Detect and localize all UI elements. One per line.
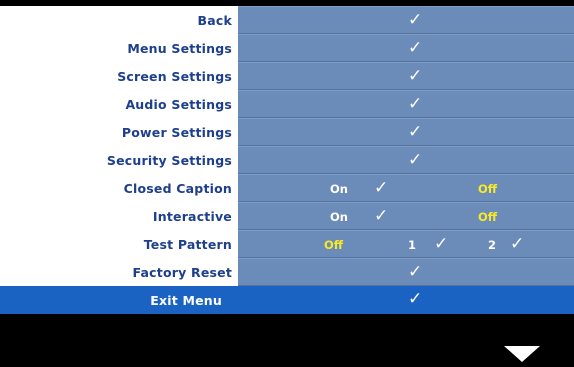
menu-item-menu-settings[interactable]: Menu Settings ✓ (0, 34, 574, 62)
check-icon: ✓ (408, 94, 423, 114)
menu-item-security-settings[interactable]: Security Settings ✓ (0, 146, 574, 174)
menu-item-value: Off 1 ✓ 2 ✓ (238, 230, 574, 258)
check-icon: ✓ (408, 66, 423, 86)
menu-item-label: Back (0, 6, 238, 34)
option-on[interactable]: On (330, 210, 348, 224)
option-off[interactable]: Off (478, 210, 497, 224)
option-pattern-1[interactable]: 1 (408, 238, 416, 252)
menu-item-value: ✓ (238, 146, 574, 174)
menu-item-audio-settings[interactable]: Audio Settings ✓ (0, 90, 574, 118)
menu-item-back[interactable]: Back ✓ (0, 6, 574, 34)
menu-item-label: Power Settings (0, 118, 238, 146)
menu-footer (0, 340, 574, 367)
option-pattern-2[interactable]: 2 (488, 238, 496, 252)
option-on[interactable]: On (330, 182, 348, 196)
option-off[interactable]: Off (324, 238, 343, 252)
menu-list: Back ✓ Menu Settings ✓ Screen Settings ✓… (0, 0, 574, 314)
menu-item-value: ✓ (238, 258, 574, 286)
check-icon: ✓ (408, 150, 423, 170)
menu-item-closed-caption[interactable]: Closed Caption On ✓ Off (0, 174, 574, 202)
menu-item-exit-menu[interactable]: Exit Menu ✓ (0, 286, 574, 314)
menu-item-value: ✓ (238, 6, 574, 34)
menu-item-value: On ✓ Off (238, 174, 574, 202)
menu-item-label: Exit Menu (0, 286, 238, 314)
menu-item-screen-settings[interactable]: Screen Settings ✓ (0, 62, 574, 90)
check-icon: ✓ (374, 178, 389, 198)
menu-item-value: ✓ (238, 286, 574, 314)
menu-item-value: ✓ (238, 90, 574, 118)
menu-item-label: Closed Caption (0, 174, 238, 202)
down-arrow-icon[interactable] (504, 346, 540, 362)
menu-item-test-pattern[interactable]: Test Pattern Off 1 ✓ 2 ✓ (0, 230, 574, 258)
menu-item-value: ✓ (238, 118, 574, 146)
menu-item-interactive[interactable]: Interactive On ✓ Off (0, 202, 574, 230)
check-icon: ✓ (408, 262, 423, 282)
menu-item-factory-reset[interactable]: Factory Reset ✓ (0, 258, 574, 286)
menu-item-power-settings[interactable]: Power Settings ✓ (0, 118, 574, 146)
menu-item-label: Test Pattern (0, 230, 238, 258)
check-icon: ✓ (434, 234, 449, 254)
check-icon: ✓ (510, 234, 525, 254)
osd-menu: Back ✓ Menu Settings ✓ Screen Settings ✓… (0, 0, 574, 367)
menu-item-label: Audio Settings (0, 90, 238, 118)
menu-item-label: Security Settings (0, 146, 238, 174)
check-icon: ✓ (408, 122, 423, 142)
menu-item-value: On ✓ Off (238, 202, 574, 230)
menu-item-label: Screen Settings (0, 62, 238, 90)
menu-item-label: Factory Reset (0, 258, 238, 286)
menu-item-value: ✓ (238, 62, 574, 90)
check-icon: ✓ (408, 10, 423, 30)
check-icon: ✓ (408, 289, 423, 309)
check-icon: ✓ (408, 38, 423, 58)
menu-item-label: Menu Settings (0, 34, 238, 62)
option-off[interactable]: Off (478, 182, 497, 196)
menu-item-value: ✓ (238, 34, 574, 62)
menu-item-label: Interactive (0, 202, 238, 230)
check-icon: ✓ (374, 206, 389, 226)
